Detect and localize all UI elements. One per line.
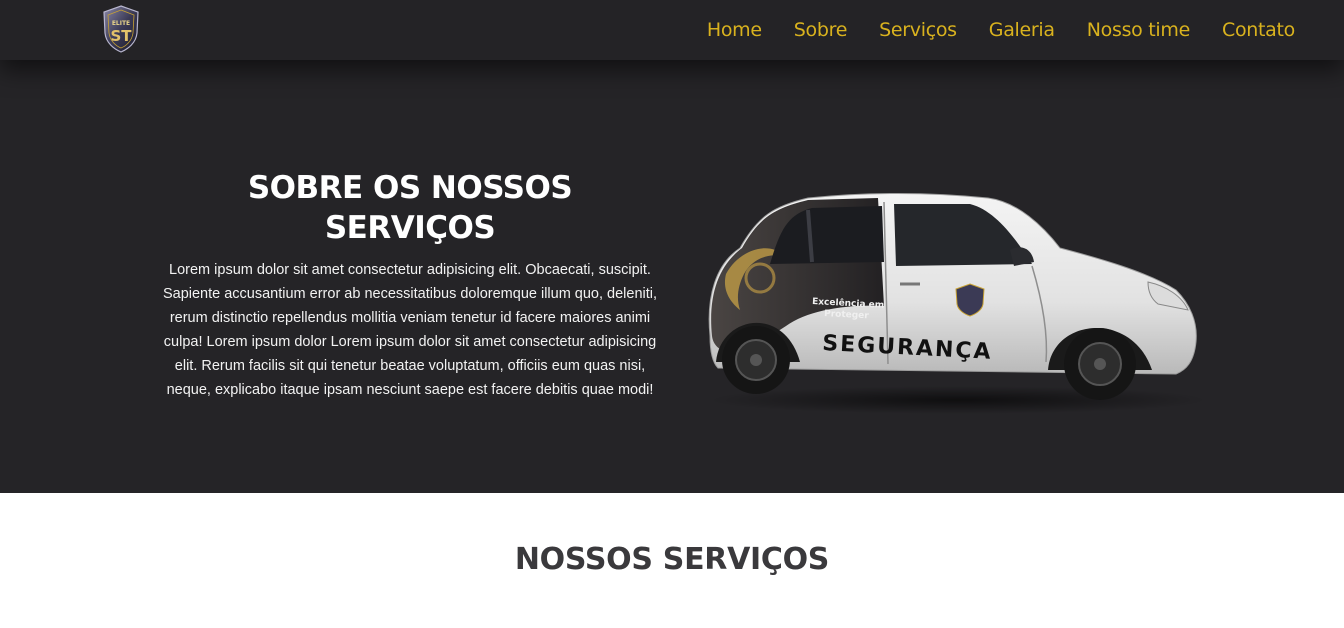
about-description: Lorem ipsum dolor sit amet consectetur a… — [162, 262, 658, 398]
about-section: SOBRE OS NOSSOS SERVIÇOS Lorem ipsum dol… — [0, 60, 1344, 493]
nav-link-sobre[interactable]: Sobre — [794, 19, 848, 41]
logo-shield-icon[interactable]: ELITE ST — [102, 5, 140, 53]
nav-link-galeria[interactable]: Galeria — [989, 19, 1055, 41]
logo-elite-text: ELITE — [112, 20, 130, 27]
about-title: SOBRE OS NOSSOS SERVIÇOS — [247, 170, 573, 246]
logo-st-text: ST — [110, 27, 132, 45]
nav-link-nosso-time[interactable]: Nosso time — [1087, 19, 1191, 41]
security-car-image: Excelência em Proteger SEGURANÇA — [708, 193, 1208, 414]
nav-link-servicos[interactable]: Serviços — [879, 19, 957, 41]
nav-link-home[interactable]: Home — [707, 19, 762, 41]
about-text-block: SOBRE OS NOSSOS SERVIÇOS Lorem ipsum dol… — [158, 168, 662, 402]
navbar: ELITE ST Home Sobre Serviços Galeria Nos… — [0, 0, 1344, 60]
services-title: NOSSOS SERVIÇOS — [514, 542, 830, 577]
nav-menu: Home Sobre Serviços Galeria Nosso time C… — [675, 0, 1295, 60]
nav-link-contato[interactable]: Contato — [1222, 19, 1295, 41]
